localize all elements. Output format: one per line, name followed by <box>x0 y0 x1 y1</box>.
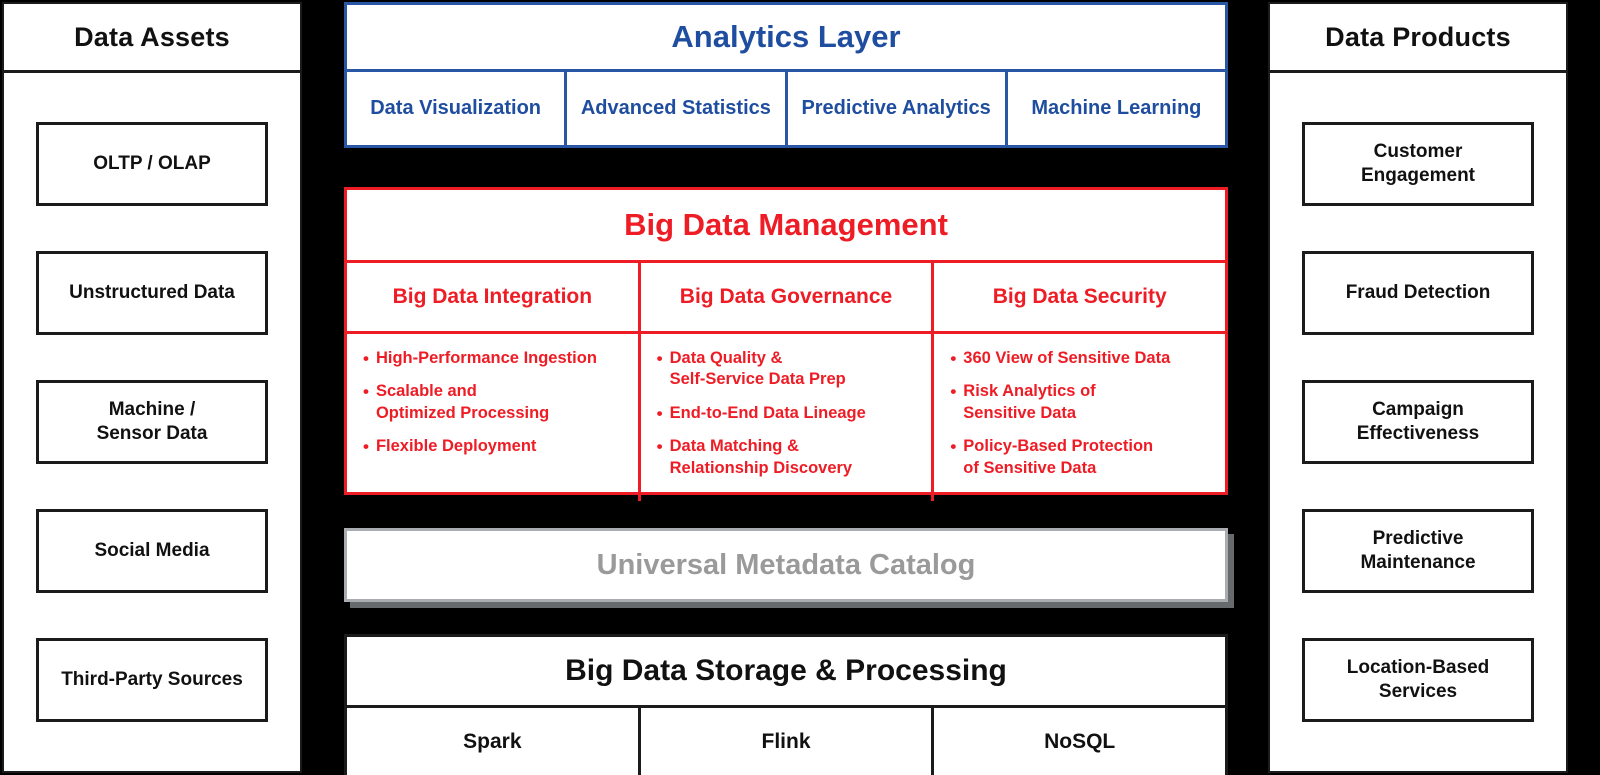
bdm-heading-big-data-governance[interactable]: Big Data Governance <box>641 263 935 331</box>
bullet-dot-icon: • <box>950 437 957 457</box>
bdm-bullet-label: End-to-End Data Lineage <box>669 403 866 422</box>
bdm-bullet-security-1: • 360 View of Sensitive Data <box>950 348 1215 369</box>
bdm-heading-big-data-security[interactable]: Big Data Security <box>934 263 1225 331</box>
bdm-bullet-label: 360 View of Sensitive Data <box>963 349 1171 367</box>
bullet-dot-icon: • <box>950 349 957 368</box>
bullet-dot-icon: • <box>950 382 957 402</box>
data-asset-card-oltp-olap[interactable]: OLTP / OLAP <box>36 122 268 206</box>
data-products-column: Data Products Customer Engagement Fraud … <box>1268 2 1568 773</box>
storage-cell-spark[interactable]: Spark <box>347 708 641 775</box>
bdm-bullet-governance-2: • End-to-End Data Lineage <box>657 403 922 424</box>
bdm-bullet-label: Scalable and Optimized Processing <box>375 382 550 422</box>
bdm-bullet-label: Flexible Deployment <box>375 437 537 456</box>
universal-metadata-catalog-panel: Universal Metadata Catalog <box>344 528 1228 602</box>
analytics-layer-panel: Analytics Layer Data Visualization Advan… <box>344 2 1228 148</box>
data-product-card-predictive-maintenance[interactable]: Predictive Maintenance <box>1302 509 1534 593</box>
big-data-management-subheadings: Big Data Integration Big Data Governance… <box>347 263 1225 334</box>
bullet-dot-icon: • <box>656 349 663 368</box>
bdm-heading-big-data-integration[interactable]: Big Data Integration <box>347 263 641 331</box>
bdm-bullet-governance-3: • Data Matching & Relationship Discovery <box>657 436 922 479</box>
data-product-card-fraud-detection[interactable]: Fraud Detection <box>1302 251 1534 335</box>
data-product-card-campaign-effectiveness[interactable]: Campaign Effectiveness <box>1302 380 1534 464</box>
analytics-layer-cells: Data Visualization Advanced Statistics P… <box>347 72 1225 145</box>
bdm-bullet-label: Risk Analytics of Sensitive Data <box>963 382 1096 422</box>
bullet-dot-icon: • <box>363 382 369 402</box>
bdm-bullet-security-2: • Risk Analytics of Sensitive Data <box>950 381 1215 424</box>
data-products-list: Customer Engagement Fraud Detection Camp… <box>1270 73 1566 771</box>
data-asset-card-social-media[interactable]: Social Media <box>36 509 268 593</box>
data-product-card-location-based-services[interactable]: Location-Based Services <box>1302 638 1534 722</box>
storage-cell-flink[interactable]: Flink <box>641 708 935 775</box>
bullet-dot-icon: • <box>656 403 663 423</box>
bdm-bullet-security-3: • Policy-Based Protection of Sensitive D… <box>950 436 1215 479</box>
bullet-dot-icon: • <box>363 349 369 368</box>
universal-metadata-catalog-title: Universal Metadata Catalog <box>596 548 976 581</box>
bullet-dot-icon: • <box>363 437 369 457</box>
data-products-header: Data Products <box>1270 4 1566 73</box>
storage-cell-nosql[interactable]: NoSQL <box>934 708 1225 775</box>
analytics-cell-data-visualization[interactable]: Data Visualization <box>347 72 568 145</box>
data-assets-list: OLTP / OLAP Unstructured Data Machine / … <box>4 73 300 771</box>
bdm-bullet-label: Policy-Based Protection of Sensitive Dat… <box>963 437 1154 477</box>
analytics-layer-title: Analytics Layer <box>347 5 1225 72</box>
bdm-bullet-label: Data Quality & Self-Service Data Prep <box>669 349 846 389</box>
analytics-cell-advanced-statistics[interactable]: Advanced Statistics <box>567 72 788 145</box>
analytics-cell-predictive-analytics[interactable]: Predictive Analytics <box>788 72 1008 145</box>
big-data-management-panel: Big Data Management Big Data Integration… <box>344 187 1228 502</box>
bdm-bullet-integration-3: • Flexible Deployment <box>363 436 628 457</box>
bdm-bullet-integration-2: • Scalable and Optimized Processing <box>363 381 628 424</box>
big-data-storage-processing-panel: Big Data Storage & Processing Spark Flin… <box>344 634 1228 775</box>
bdm-list-integration: • High-Performance Ingestion • Scalable … <box>347 334 641 502</box>
analytics-cell-machine-learning[interactable]: Machine Learning <box>1008 72 1225 145</box>
big-data-management-feature-lists: • High-Performance Ingestion • Scalable … <box>347 334 1225 502</box>
data-product-card-customer-engagement[interactable]: Customer Engagement <box>1302 122 1534 206</box>
bdm-list-security: • 360 View of Sensitive Data • Risk Anal… <box>934 334 1225 501</box>
bdm-bullet-label: High-Performance Ingestion <box>375 349 597 367</box>
bullet-dot-icon: • <box>656 437 663 457</box>
data-assets-column: Data Assets OLTP / OLAP Unstructured Dat… <box>2 2 302 773</box>
data-asset-card-unstructured-data[interactable]: Unstructured Data <box>36 251 268 335</box>
big-data-storage-processing-title: Big Data Storage & Processing <box>347 637 1225 708</box>
storage-layer-cells: Spark Flink NoSQL <box>347 708 1225 775</box>
bdm-list-governance: • Data Quality & Self-Service Data Prep … <box>641 334 935 502</box>
bdm-bullet-governance-1: • Data Quality & Self-Service Data Prep <box>657 348 922 391</box>
data-asset-card-machine-sensor-data[interactable]: Machine / Sensor Data <box>36 380 268 464</box>
bdm-bullet-integration-1: • High-Performance Ingestion <box>363 348 628 369</box>
bdm-bullet-label: Data Matching & Relationship Discovery <box>669 437 853 477</box>
data-assets-header: Data Assets <box>4 4 300 73</box>
big-data-management-title: Big Data Management <box>347 190 1225 263</box>
data-asset-card-third-party-sources[interactable]: Third-Party Sources <box>36 638 268 722</box>
